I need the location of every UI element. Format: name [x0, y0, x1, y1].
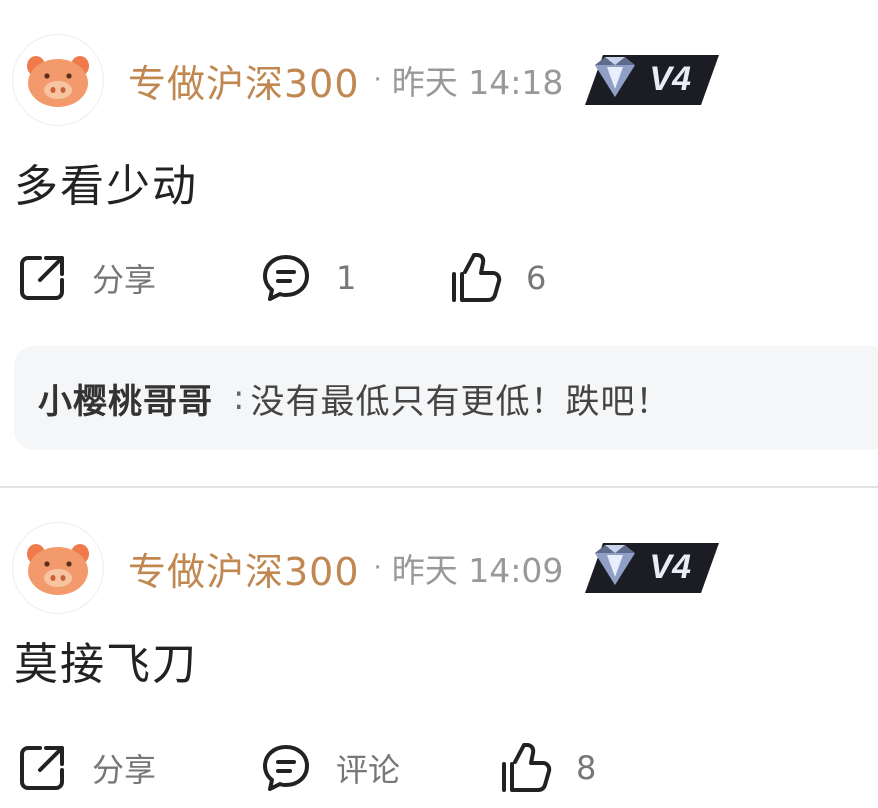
like-button[interactable]: 8	[500, 738, 596, 798]
post-header: 专做沪深300 · 昨天 14:18 V4	[128, 50, 720, 110]
meta-separator: ·	[373, 553, 382, 583]
post-header: 专做沪深300 · 昨天 14:09 V4	[128, 538, 720, 598]
share-button[interactable]: 分享	[16, 248, 156, 308]
author-name[interactable]: 专做沪深300	[128, 53, 360, 108]
comment-label: 评论	[336, 751, 401, 789]
share-label: 分享	[92, 261, 157, 299]
level-badge: V4	[585, 541, 720, 595]
post-content: 莫接飞刀	[14, 639, 198, 690]
post-time: 昨天 14:18	[391, 63, 564, 102]
like-count: 6	[526, 259, 547, 297]
comment-icon	[260, 742, 312, 794]
reply-username[interactable]: 小樱桃哥哥	[38, 374, 213, 423]
post-item: 专做沪深300 · 昨天 14:09 V4 莫接飞刀 分享 评论 8	[0, 488, 878, 808]
level-text: V4	[649, 548, 691, 586]
post-content: 多看少动	[14, 161, 198, 212]
reply-separator: :	[233, 378, 245, 418]
pig-avatar-icon	[27, 544, 89, 595]
meta-separator: ·	[373, 65, 382, 95]
comment-icon	[260, 252, 312, 304]
share-button[interactable]: 分享	[16, 738, 156, 798]
reply-text: 没有最低只有更低！跌吧！	[250, 381, 671, 422]
reply-preview[interactable]: 小樱桃哥哥 : 没有最低只有更低！跌吧！	[14, 346, 878, 450]
level-badge: V4	[585, 53, 720, 107]
share-icon	[16, 742, 68, 794]
like-count: 8	[576, 749, 597, 787]
action-bar: 分享 评论 8	[16, 738, 876, 798]
post-item: 专做沪深300 · 昨天 14:18 V4 多看少动 分享 1 6 小樱桃哥哥 …	[0, 0, 878, 486]
post-time: 昨天 14:09	[391, 551, 564, 590]
action-bar: 分享 1 6	[16, 248, 876, 308]
comment-count: 1	[336, 259, 357, 297]
comment-button[interactable]: 1	[260, 248, 356, 308]
comment-button[interactable]: 评论	[260, 738, 400, 798]
level-text: V4	[649, 60, 691, 98]
thumbs-up-icon	[450, 252, 502, 304]
share-icon	[16, 252, 68, 304]
author-name[interactable]: 专做沪深300	[128, 541, 360, 596]
pig-avatar-icon	[27, 56, 89, 107]
avatar[interactable]	[12, 522, 104, 614]
avatar[interactable]	[12, 34, 104, 126]
share-label: 分享	[92, 751, 157, 789]
thumbs-up-icon	[500, 742, 552, 794]
like-button[interactable]: 6	[450, 248, 546, 308]
